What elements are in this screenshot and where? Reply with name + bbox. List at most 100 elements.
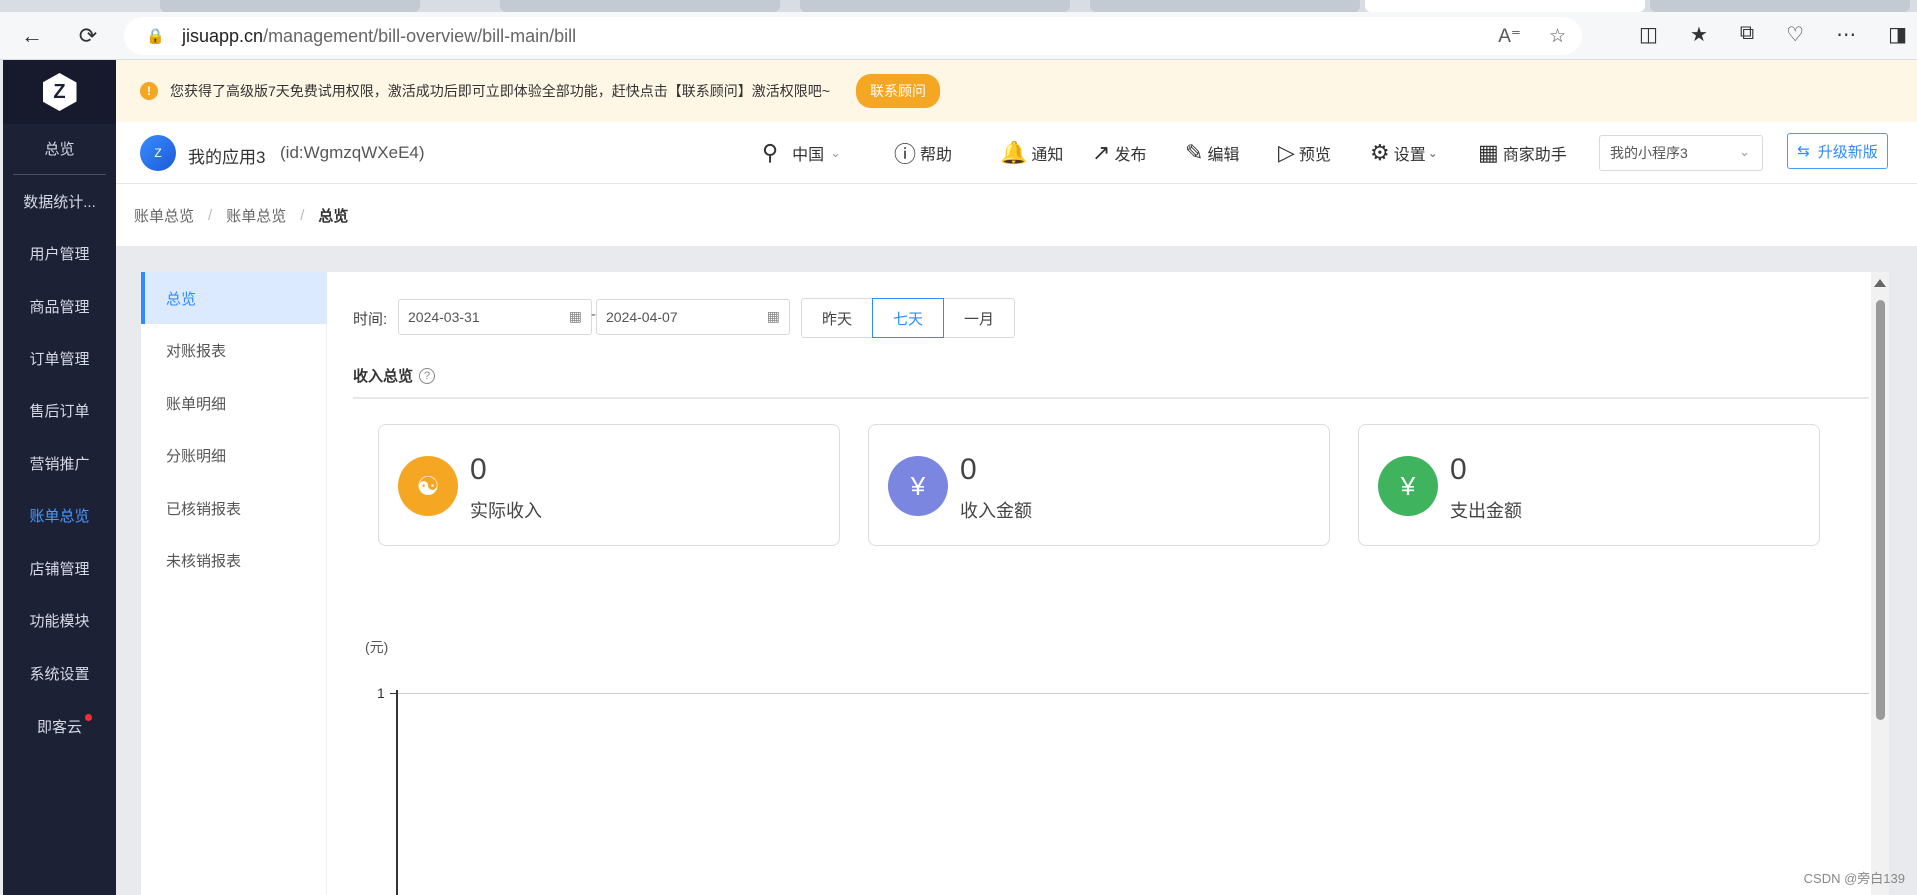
bill-subnav: 总览 对账报表 账单明细 分账明细 已核销报表 未核销报表: [141, 272, 327, 895]
sidebar-item-label: 用户管理: [29, 245, 90, 263]
help-circle-icon: ⓘ: [894, 142, 917, 167]
question-icon[interactable]: ?: [419, 367, 436, 384]
time-label: 时间:: [353, 311, 388, 328]
sidebar-item-overview[interactable]: 总览: [3, 122, 116, 174]
browser-tab[interactable]: [1650, 0, 1910, 12]
sidebar-item-data-stats[interactable]: 数据统计...: [3, 175, 116, 227]
subnav-item-unverified-report[interactable]: 未核销报表: [141, 534, 327, 586]
notify-label: 通知: [1031, 147, 1064, 164]
location-pin-icon: ⚲: [762, 140, 779, 165]
sidebar-toggle-icon[interactable]: ◨: [1888, 22, 1907, 47]
chart-y-tick-label: 1: [377, 685, 385, 701]
sidebar-item-bills[interactable]: 账单总览: [3, 489, 116, 541]
upgrade-button[interactable]: ⇆ 升级新版: [1787, 133, 1888, 169]
browser-tab[interactable]: [500, 0, 780, 12]
sidebar-item-label: 营销推广: [29, 455, 90, 473]
more-icon[interactable]: ⋯: [1836, 22, 1856, 47]
sidebar-item-orders[interactable]: 订单管理: [3, 332, 116, 384]
stat-label: 实际收入: [470, 501, 542, 521]
subnav-item-split-details[interactable]: 分账明细: [141, 429, 327, 481]
stat-value: 0: [470, 453, 487, 486]
url-host: jisuapp.cn: [182, 25, 264, 46]
mini-program-select[interactable]: 我的小程序3 ⌄: [1599, 135, 1763, 171]
scroll-up-arrow-icon[interactable]: [1874, 279, 1886, 287]
browser-tab[interactable]: [1090, 0, 1360, 12]
collections-icon[interactable]: ⧉: [1740, 22, 1754, 47]
qr-code-icon: ▦: [1478, 140, 1499, 165]
notify-button[interactable]: 🔔 通知: [1000, 138, 1063, 168]
notification-dot: [85, 714, 92, 721]
read-aloud-icon[interactable]: A⁼: [1498, 25, 1521, 48]
back-icon[interactable]: ←: [18, 22, 46, 50]
range-seven-days-button[interactable]: 七天: [872, 298, 944, 338]
browser-tab[interactable]: [800, 0, 1070, 12]
publish-button[interactable]: ↗ 发布: [1092, 138, 1146, 168]
section-divider: [353, 397, 1869, 399]
chevron-down-icon: ⌄: [830, 145, 842, 160]
preview-button[interactable]: ▷ 预览: [1278, 138, 1331, 168]
start-date-input[interactable]: 2024-03-31 ▦: [398, 299, 592, 335]
refresh-icon[interactable]: ⟳: [74, 22, 102, 50]
help-label: 帮助: [920, 147, 953, 164]
edit-icon: ✎: [1185, 140, 1204, 165]
sidebar-item-label: 总览: [44, 140, 75, 158]
lock-icon: 🔒: [146, 28, 165, 45]
end-date-input[interactable]: 2024-04-07 ▦: [596, 299, 790, 335]
stat-value: 0: [960, 453, 977, 486]
range-one-month-button[interactable]: 一月: [943, 298, 1015, 338]
settings-button[interactable]: ⚙ 设置 ⌄: [1370, 138, 1438, 168]
subnav-label: 账单明细: [166, 395, 227, 413]
subnav-label: 分账明细: [166, 447, 227, 465]
region-selector[interactable]: ⚲ 中国 ⌄: [762, 138, 841, 168]
switch-icon: ⇆: [1797, 143, 1810, 160]
subnav-label: 对账报表: [166, 342, 227, 360]
address-bar[interactable]: 🔒 jisuapp.cn/management/bill-overview/bi…: [124, 17, 1582, 55]
contact-advisor-button[interactable]: 联系顾问: [855, 74, 940, 108]
subnav-item-overview[interactable]: 总览: [141, 272, 327, 324]
breadcrumb-item[interactable]: 账单总览: [134, 205, 194, 226]
calendar-icon: ▦: [568, 308, 582, 324]
sidebar-item-label: 订单管理: [29, 350, 90, 368]
favorite-star-icon[interactable]: ☆: [1549, 25, 1566, 48]
merchant-assistant-button[interactable]: ▦ 商家助手: [1478, 138, 1567, 168]
subnav-label: 未核销报表: [166, 552, 242, 570]
publish-label: 发布: [1114, 147, 1147, 164]
scrollbar-thumb[interactable]: [1876, 300, 1885, 720]
stat-card-actual-income: ☯ 0 实际收入: [378, 424, 840, 546]
breadcrumb-item[interactable]: 账单总览: [226, 205, 286, 226]
app-header: Z 我的应用3 (id:WgmzqWXeE4) ⚲ 中国 ⌄ ⓘ 帮助 🔔 通知…: [116, 122, 1917, 184]
sidebar-item-settings[interactable]: 系统设置: [3, 647, 116, 699]
trial-notice-banner: ! 您获得了高级版7天免费试用权限，激活成功后即可立即体验全部功能，赶快点击【联…: [116, 60, 1917, 122]
logo[interactable]: Z: [3, 60, 116, 124]
content-scrollbar[interactable]: [1871, 272, 1889, 895]
favorites-icon[interactable]: ★: [1690, 22, 1708, 47]
edit-button[interactable]: ✎ 编辑: [1185, 138, 1239, 168]
subnav-item-bill-details[interactable]: 账单明细: [141, 377, 327, 429]
app-avatar[interactable]: Z: [140, 135, 176, 171]
subnav-item-reconciliation[interactable]: 对账报表: [141, 324, 327, 376]
browser-tab[interactable]: [160, 0, 420, 12]
browser-tab-strip: [0, 0, 1917, 12]
app-id: (id:WgmzqWXeE4): [280, 143, 425, 162]
chevron-down-icon: ⌄: [1427, 146, 1438, 160]
subnav-item-verified-report[interactable]: 已核销报表: [141, 482, 327, 534]
stat-label: 支出金额: [1450, 501, 1522, 521]
help-button[interactable]: ⓘ 帮助: [894, 138, 952, 168]
breadcrumb-current: 总览: [318, 207, 349, 225]
sidebar-item-products[interactable]: 商品管理: [3, 280, 116, 332]
sidebar-item-jike-cloud[interactable]: 即客云: [3, 700, 116, 752]
health-icon[interactable]: ♡: [1786, 22, 1804, 47]
app-name: 我的应用3: [188, 148, 266, 167]
stat-card-expense-amount: ¥ 0 支出金额: [1358, 424, 1820, 546]
split-screen-icon[interactable]: ◫: [1639, 22, 1658, 47]
external-link-icon: ↗: [1092, 140, 1111, 165]
sidebar-item-after-sales[interactable]: 售后订单: [3, 384, 116, 436]
sidebar-item-marketing[interactable]: 营销推广: [3, 437, 116, 489]
sidebar-item-users[interactable]: 用户管理: [3, 227, 116, 279]
sidebar-item-store[interactable]: 店铺管理: [3, 542, 116, 594]
browser-tab-active[interactable]: [1365, 0, 1645, 12]
start-date-value: 2024-03-31: [408, 309, 480, 325]
sidebar-item-modules[interactable]: 功能模块: [3, 594, 116, 646]
breadcrumb-separator: /: [208, 206, 213, 224]
range-yesterday-button[interactable]: 昨天: [801, 298, 873, 338]
